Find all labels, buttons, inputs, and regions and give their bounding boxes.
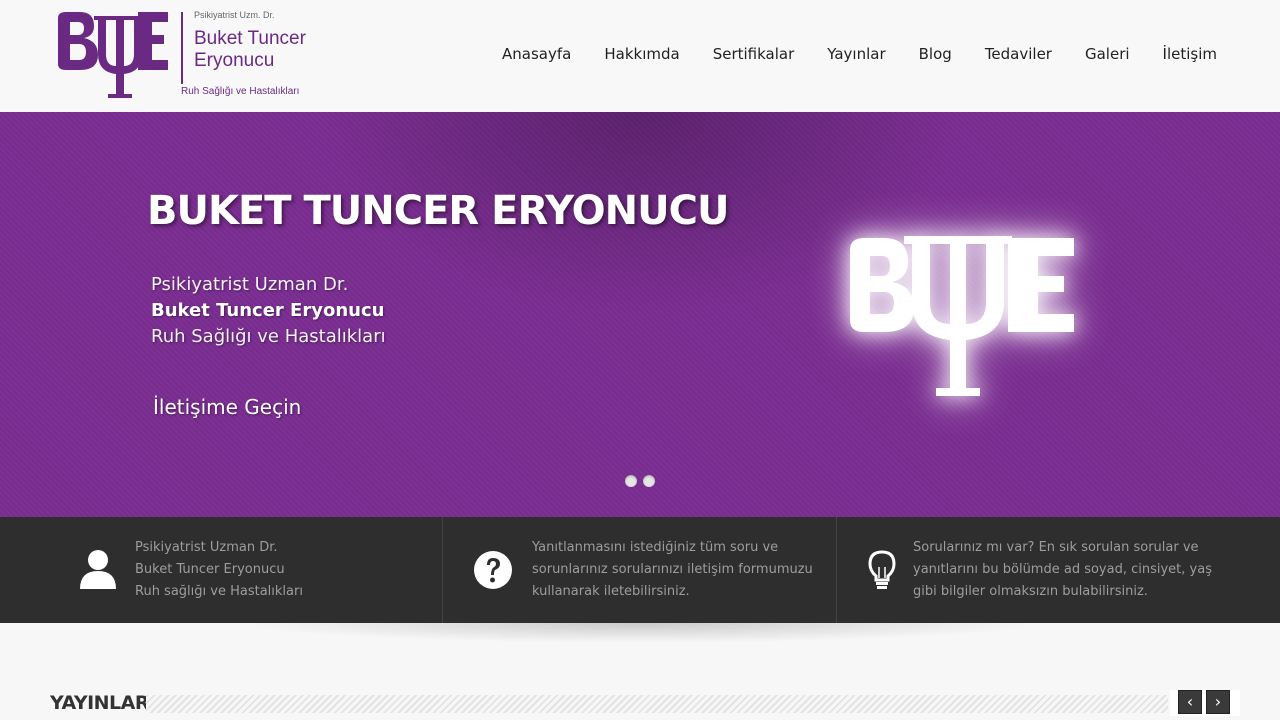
info-column-faq: Sorularınız mı var? En sık sorulan sorul… xyxy=(837,517,1280,623)
section-divider xyxy=(146,695,1168,713)
hero-slider: BUKET TUNCER ERYONUCU Psikiyatrist Uzman… xyxy=(0,112,1280,517)
main-nav: Anasayfa Hakkımda Sertifikalar Yayınlar … xyxy=(469,45,1217,63)
logo-subtitle: Ruh Sağlığı ve Hastalıkları xyxy=(181,86,300,97)
hero-line-specialty: Ruh Sağlığı ve Hastalıkları xyxy=(151,326,386,347)
info-line: kullanarak iletebilirsiniz. xyxy=(532,584,690,599)
logo-small-text: Psikiyatrist Uzm. Dr. xyxy=(194,10,275,20)
slider-pagination xyxy=(625,475,655,487)
carousel-controls: ‹ › xyxy=(1170,690,1240,716)
section-title: YAYINLAR xyxy=(50,692,150,714)
chevron-left-icon[interactable]: ‹ xyxy=(1178,690,1202,714)
hero-logo-icon xyxy=(850,236,1074,396)
logo-name-line2: Eryonucu xyxy=(194,50,275,71)
info-line: gibi bilgiler olmaksızın bulabilirsiniz. xyxy=(913,584,1148,599)
info-text-faq: Sorularınız mı var? En sık sorulan sorul… xyxy=(913,537,1213,603)
publications-section: YAYINLAR ‹ › xyxy=(50,690,1240,720)
infobar-shadow xyxy=(240,623,1040,643)
contact-cta-link[interactable]: İletişime Geçin xyxy=(153,395,301,419)
slider-dot-2[interactable] xyxy=(643,475,655,487)
site-logo[interactable]: Psikiyatrist Uzm. Dr. Buket Tuncer Eryon… xyxy=(54,8,314,104)
question-icon xyxy=(474,551,512,589)
logo-mark-icon xyxy=(58,12,168,98)
nav-item-hakkimda[interactable]: Hakkımda xyxy=(604,45,679,63)
info-text-about: Psikiyatrist Uzman Dr. Buket Tuncer Eryo… xyxy=(135,537,415,603)
logo-divider xyxy=(181,12,183,84)
info-bar: Psikiyatrist Uzman Dr. Buket Tuncer Eryo… xyxy=(0,517,1280,623)
nav-item-galeri[interactable]: Galeri xyxy=(1085,45,1130,63)
info-line: Yanıtlanmasını istediğiniz tüm soru ve xyxy=(532,540,779,555)
info-line: Sorularınız mı var? En sık sorulan sorul… xyxy=(913,540,1199,555)
nav-item-tedaviler[interactable]: Tedaviler xyxy=(985,45,1052,63)
chevron-right-icon[interactable]: › xyxy=(1206,690,1230,714)
hero-line-name: Buket Tuncer Eryonucu xyxy=(151,300,385,321)
info-line: Buket Tuncer Eryonucu xyxy=(135,562,285,577)
nav-item-yayinlar[interactable]: Yayınlar xyxy=(827,45,885,63)
site-header: Psikiyatrist Uzm. Dr. Buket Tuncer Eryon… xyxy=(0,0,1280,112)
info-text-questions: Yanıtlanmasını istediğiniz tüm soru ve s… xyxy=(532,537,822,603)
info-line: Ruh sağlığı ve Hastalıkları xyxy=(135,584,303,599)
nav-item-blog[interactable]: Blog xyxy=(919,45,952,63)
lightbulb-icon xyxy=(868,550,896,589)
nav-item-iletisim[interactable]: İletişim xyxy=(1163,45,1217,63)
logo-name-line1: Buket Tuncer xyxy=(194,28,306,49)
info-line: Psikiyatrist Uzman Dr. xyxy=(135,540,278,555)
hero-line-title: Psikiyatrist Uzman Dr. xyxy=(151,274,349,295)
hero-title: BUKET TUNCER ERYONUCU xyxy=(147,188,729,234)
slider-dot-1[interactable] xyxy=(625,475,637,487)
user-icon xyxy=(80,550,116,589)
nav-item-sertifikalar[interactable]: Sertifikalar xyxy=(713,45,795,63)
info-column-questions: Yanıtlanmasını istediğiniz tüm soru ve s… xyxy=(443,517,837,623)
info-line: yanıtlarını bu bölümde ad soyad, cinsiye… xyxy=(913,562,1212,577)
info-column-about: Psikiyatrist Uzman Dr. Buket Tuncer Eryo… xyxy=(0,517,443,623)
nav-item-anasayfa[interactable]: Anasayfa xyxy=(502,45,571,63)
info-line: sorunlarınız sorularınızı iletişim formu… xyxy=(532,562,813,577)
